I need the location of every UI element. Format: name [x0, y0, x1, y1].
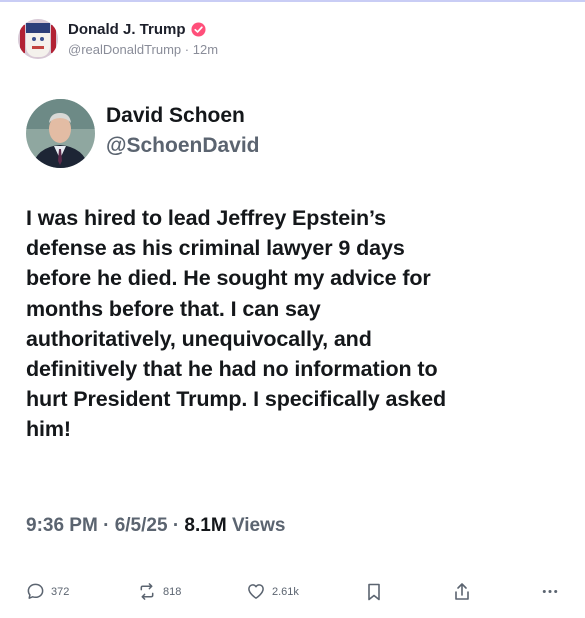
embedded-tweet-image[interactable]: David Schoen @SchoenDavid I was hired to… — [17, 74, 577, 576]
bookmark-button[interactable] — [366, 582, 382, 602]
tweet-views-count: 8.1M — [184, 515, 227, 536]
retruth-icon — [140, 583, 154, 600]
author-avatar[interactable] — [18, 19, 58, 59]
tweet-timestamp: 9:36 PM · 6/5/25 · 8.1M Views — [26, 515, 285, 537]
share-button[interactable] — [453, 582, 471, 602]
retruth-count: 818 — [163, 585, 182, 598]
like-button[interactable]: 2.61k — [246, 582, 299, 601]
reply-count: 372 — [51, 585, 70, 598]
tweet-author-name: David Schoen — [106, 104, 245, 127]
tweet-text: I was hired to lead Jeffrey Epstein’s de… — [26, 206, 446, 442]
post-header: Donald J. Trump @realDonaldTrump · 12m — [18, 19, 218, 59]
separator-dot: · — [184, 42, 190, 57]
author-handle[interactable]: @realDonaldTrump — [68, 42, 181, 57]
tweet-date: 6/5/25 — [114, 515, 168, 536]
tweet-time: 9:36 PM — [26, 515, 98, 536]
more-icon — [542, 589, 558, 594]
bookmark-icon — [368, 583, 380, 601]
reply-button[interactable]: 372 — [26, 582, 69, 601]
tweet-author-handle: @SchoenDavid — [106, 134, 260, 157]
author-name[interactable]: Donald J. Trump — [68, 21, 186, 38]
more-options-button[interactable] — [541, 582, 559, 601]
action-bar: 372 818 2.61k — [0, 576, 585, 612]
comment-icon — [27, 583, 44, 599]
verified-badge-icon — [190, 22, 206, 37]
share-icon — [455, 583, 469, 600]
separator-dot: · — [172, 515, 185, 536]
separator-dot: · — [103, 515, 115, 536]
top-divider — [0, 0, 585, 2]
heart-icon — [248, 584, 264, 599]
post-time[interactable]: 12m — [193, 42, 218, 57]
tweet-views-label: Views — [231, 515, 286, 536]
tweet-author-avatar — [26, 99, 95, 168]
retruth-button[interactable]: 818 — [137, 582, 181, 601]
like-count: 2.61k — [272, 585, 299, 598]
